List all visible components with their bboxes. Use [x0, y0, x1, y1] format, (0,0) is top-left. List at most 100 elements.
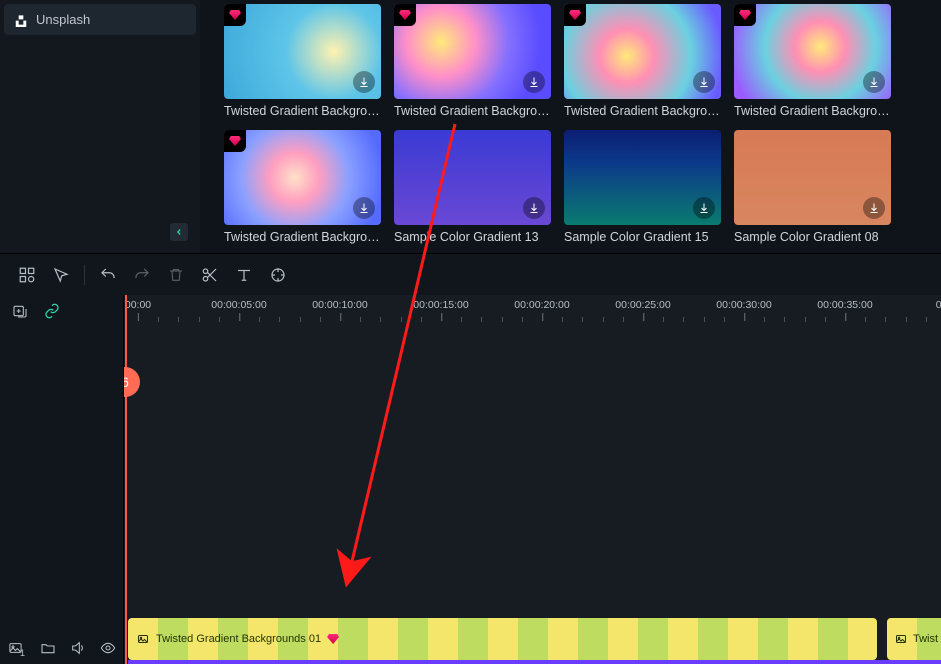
ruler-tick: 00:0	[936, 299, 941, 311]
download-button[interactable]	[693, 197, 715, 219]
asset-label: Twisted Gradient Backgroun...	[224, 230, 381, 244]
clip-label: Twisted Gradient Backgrounds 01	[156, 633, 321, 645]
asset-thumbnail	[564, 4, 721, 99]
premium-badge	[224, 4, 246, 26]
timeline-panel: 1 00:0000:00:05:0000:00:10:0000:00:15:00…	[0, 295, 941, 664]
redo-button[interactable]	[125, 258, 159, 292]
ruler-subtick	[724, 317, 725, 322]
download-button[interactable]	[353, 71, 375, 93]
ruler-subtick	[380, 317, 381, 322]
track-body[interactable]: 6 Twisted Gradient Backgrounds 01 Twist	[124, 327, 941, 664]
folder-button[interactable]	[38, 638, 58, 658]
asset-item[interactable]: Twisted Gradient Backgroun...	[394, 4, 551, 118]
image-icon	[895, 632, 907, 646]
ruler-subtick	[582, 317, 583, 322]
ruler-subtick	[421, 317, 422, 322]
ruler-subtick	[199, 317, 200, 322]
download-button[interactable]	[693, 71, 715, 93]
ruler-subtick	[178, 317, 179, 322]
collapse-panel-button[interactable]	[170, 223, 188, 241]
premium-badge	[394, 4, 416, 26]
asset-thumbnail	[734, 4, 891, 99]
ruler-subtick	[805, 317, 806, 322]
ruler-subtick	[623, 317, 624, 322]
asset-thumbnail	[394, 4, 551, 99]
asset-item[interactable]: Sample Color Gradient 08	[734, 130, 891, 244]
ruler-subtick	[663, 317, 664, 322]
ruler-subtick	[320, 317, 321, 322]
timeline-tracks[interactable]: 00:0000:00:05:0000:00:10:0000:00:15:0000…	[124, 295, 941, 664]
timeline-bar	[128, 660, 941, 664]
add-track-button[interactable]	[10, 301, 30, 321]
ruler-subtick	[300, 317, 301, 322]
playhead[interactable]	[125, 295, 127, 664]
ruler-subtick	[259, 317, 260, 322]
timeline-toolbar	[0, 253, 941, 295]
media-sources-panel: Unsplash	[0, 0, 200, 253]
ruler-tick: 00:00:25:00	[615, 299, 670, 311]
timeline-ruler[interactable]: 00:0000:00:05:0000:00:10:0000:00:15:0000…	[124, 295, 941, 327]
asset-thumbnail	[564, 130, 721, 225]
ruler-subtick	[704, 317, 705, 322]
ruler-tick: 00:00:30:00	[716, 299, 771, 311]
ruler-subtick	[784, 317, 785, 322]
ruler-tick: 00:00:15:00	[413, 299, 468, 311]
asset-item[interactable]: Twisted Gradient Backgroun...	[224, 130, 381, 244]
gem-icon	[739, 10, 751, 20]
asset-item[interactable]: Sample Color Gradient 15	[564, 130, 721, 244]
mute-toggle[interactable]	[68, 638, 88, 658]
asset-label: Twisted Gradient Backgroun...	[734, 104, 891, 118]
ruler-subtick	[603, 317, 604, 322]
asset-label: Twisted Gradient Backgroun...	[394, 104, 551, 118]
link-toggle[interactable]	[42, 301, 62, 321]
source-item-label: Unsplash	[36, 12, 90, 27]
asset-item[interactable]: Sample Color Gradient 13	[394, 130, 551, 244]
ruler-subtick	[219, 317, 220, 322]
visibility-toggle[interactable]	[98, 638, 118, 658]
download-button[interactable]	[863, 71, 885, 93]
split-button[interactable]	[193, 258, 227, 292]
select-tool[interactable]	[44, 258, 78, 292]
ruler-subtick	[825, 317, 826, 322]
ruler-subtick	[764, 317, 765, 322]
ruler-subtick	[502, 317, 503, 322]
asset-item[interactable]: Twisted Gradient Backgroun...	[734, 4, 891, 118]
delete-button[interactable]	[159, 258, 193, 292]
asset-label: Sample Color Gradient 15	[564, 230, 721, 244]
gem-icon	[569, 10, 581, 20]
undo-button[interactable]	[91, 258, 125, 292]
unsplash-icon	[14, 13, 28, 27]
asset-item[interactable]: Twisted Gradient Backgroun...	[564, 4, 721, 118]
ruler-subtick	[562, 317, 563, 322]
ruler-subtick	[461, 317, 462, 322]
asset-label: Twisted Gradient Backgroun...	[224, 104, 381, 118]
timeline-clip[interactable]: Twisted Gradient Backgrounds 01	[128, 618, 877, 660]
premium-badge	[564, 4, 586, 26]
download-button[interactable]	[863, 197, 885, 219]
timeline-clip[interactable]: Twist	[887, 618, 941, 660]
crop-tool[interactable]	[261, 258, 295, 292]
ruler-subtick	[865, 317, 866, 322]
asset-thumbnail	[734, 130, 891, 225]
layout-tool[interactable]	[10, 258, 44, 292]
ruler-subtick	[906, 317, 907, 322]
premium-badge	[224, 130, 246, 152]
gem-icon	[229, 10, 241, 20]
premium-icon	[327, 634, 339, 644]
asset-label: Sample Color Gradient 08	[734, 230, 891, 244]
ruler-subtick	[481, 317, 482, 322]
ruler-tick: 00:00:05:00	[211, 299, 266, 311]
track-thumbnail-toggle[interactable]: 1	[8, 638, 28, 658]
download-button[interactable]	[523, 197, 545, 219]
asset-label: Sample Color Gradient 13	[394, 230, 551, 244]
asset-label: Twisted Gradient Backgroun...	[564, 104, 721, 118]
ruler-tick: 00:00:10:00	[312, 299, 367, 311]
ruler-subtick	[926, 317, 927, 322]
source-item-unsplash[interactable]: Unsplash	[4, 4, 196, 35]
text-tool[interactable]	[227, 258, 261, 292]
download-button[interactable]	[353, 197, 375, 219]
gem-icon	[229, 136, 241, 146]
clip-label: Twist	[913, 633, 938, 645]
asset-item[interactable]: Twisted Gradient Backgroun...	[224, 4, 381, 118]
download-button[interactable]	[523, 71, 545, 93]
